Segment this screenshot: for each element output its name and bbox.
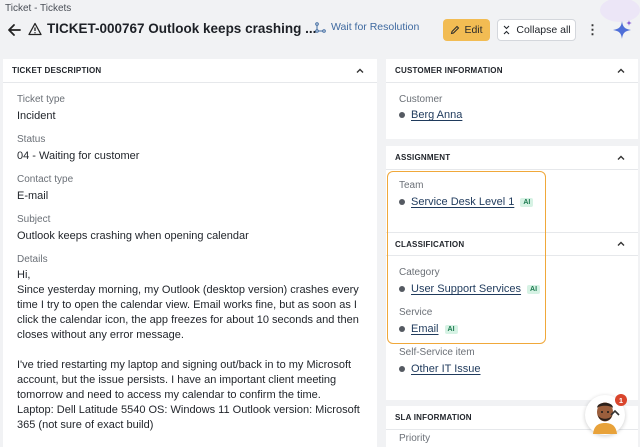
- customer-information-heading: CUSTOMER INFORMATION: [395, 66, 503, 75]
- edit-button[interactable]: Edit: [443, 19, 490, 41]
- priority-label: Priority: [399, 433, 431, 444]
- sla-information-heading: SLA INFORMATION: [395, 413, 472, 422]
- team-value[interactable]: Service Desk Level 1 AI: [399, 196, 534, 208]
- collapse-all-button[interactable]: Collapse all: [497, 19, 576, 41]
- self-service-item-link[interactable]: Other IT Issue: [411, 363, 481, 375]
- classification-section: CLASSIFICATION: [386, 232, 638, 256]
- classification-header[interactable]: CLASSIFICATION: [386, 232, 638, 256]
- status-dot: [399, 366, 405, 372]
- team-link[interactable]: Service Desk Level 1: [411, 196, 514, 208]
- chevron-up-icon[interactable]: [616, 153, 626, 163]
- subject-label: Subject: [17, 214, 51, 225]
- page-title: TICKET-000767 Outlook keeps crashing ...: [47, 21, 317, 36]
- collapse-all-label: Collapse all: [516, 24, 571, 36]
- category-value[interactable]: User Support Services AI: [399, 283, 541, 295]
- customer-information-panel: CUSTOMER INFORMATION Customer Berg Anna: [386, 59, 638, 139]
- ticket-type-label: Ticket type: [17, 94, 65, 105]
- status-dot: [399, 326, 405, 332]
- wait-for-resolution-button[interactable]: Wait for Resolution: [315, 21, 419, 33]
- warning-icon: [28, 22, 42, 36]
- assignment-heading: ASSIGNMENT: [395, 153, 451, 162]
- chevron-up-icon[interactable]: [616, 66, 626, 76]
- ai-badge: AI: [520, 197, 534, 207]
- self-service-item-value[interactable]: Other IT Issue: [399, 363, 481, 375]
- back-arrow-icon[interactable]: [6, 21, 24, 39]
- category-link[interactable]: User Support Services: [411, 283, 521, 295]
- status-value: 04 - Waiting for customer: [17, 150, 140, 162]
- contact-type-label: Contact type: [17, 174, 74, 185]
- ticket-description-header[interactable]: TICKET DESCRIPTION: [3, 59, 377, 83]
- classification-heading: CLASSIFICATION: [395, 239, 465, 249]
- edit-label: Edit: [464, 24, 483, 36]
- status-dot: [399, 199, 405, 205]
- ticket-header: TICKET-000767 Outlook keeps crashing ...…: [0, 0, 640, 46]
- self-service-item-label: Self-Service item: [399, 347, 475, 358]
- status-dot: [399, 112, 405, 118]
- collapse-icon: [503, 25, 510, 35]
- chevron-up-icon[interactable]: [616, 239, 626, 249]
- assignment-header[interactable]: ASSIGNMENT: [386, 146, 638, 170]
- wait-for-resolution-label: Wait for Resolution: [331, 21, 420, 33]
- status-dot: [399, 286, 405, 292]
- ticket-description-panel: TICKET DESCRIPTION Ticket type Incident …: [3, 59, 377, 447]
- service-value[interactable]: Email AI: [399, 323, 458, 335]
- customer-label: Customer: [399, 94, 443, 105]
- service-label: Service: [399, 307, 433, 318]
- subject-value: Outlook keeps crashing when opening cale…: [17, 230, 249, 242]
- notification-badge: 1: [615, 394, 627, 406]
- sparkle-icon[interactable]: [611, 19, 633, 41]
- service-link[interactable]: Email: [411, 323, 439, 335]
- details-label: Details: [17, 254, 48, 265]
- customer-value[interactable]: Berg Anna: [399, 109, 462, 121]
- status-label: Status: [17, 134, 46, 145]
- chevron-up-icon[interactable]: [355, 66, 365, 76]
- customer-link[interactable]: Berg Anna: [411, 109, 462, 121]
- contact-type-value: E-mail: [17, 190, 49, 202]
- chevron-up-icon: [610, 409, 620, 416]
- pencil-icon: [451, 25, 460, 35]
- ticket-type-value: Incident: [17, 110, 56, 122]
- ai-badge: AI: [527, 284, 541, 294]
- customer-information-header[interactable]: CUSTOMER INFORMATION: [386, 59, 638, 83]
- category-label: Category: [399, 267, 440, 278]
- team-label: Team: [399, 180, 424, 191]
- details-text: Hi, Since yesterday morning, my Outlook …: [17, 269, 360, 431]
- ticket-description-heading: TICKET DESCRIPTION: [12, 66, 102, 75]
- flow-icon: [315, 21, 326, 33]
- breadcrumb[interactable]: Ticket - Tickets: [5, 3, 71, 14]
- more-options-button[interactable]: ⋮: [586, 22, 599, 38]
- ai-badge: AI: [444, 324, 458, 334]
